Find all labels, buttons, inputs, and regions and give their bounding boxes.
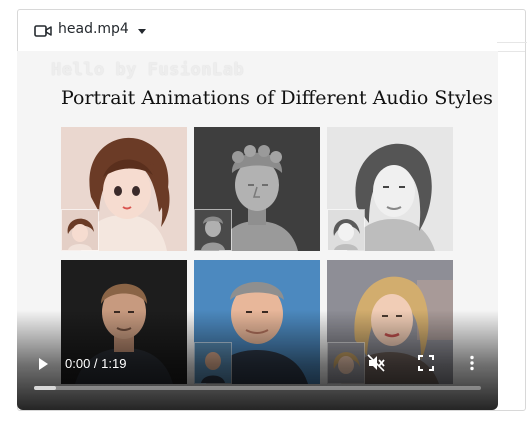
sketch-woman-portrait [327,127,453,251]
vertical-dots-icon[interactable] [467,355,477,371]
anime-girl-portrait [61,127,187,251]
file-name[interactable]: head.mp4 [58,21,129,37]
statue-inset [194,209,232,251]
time-display: 0:00 / 1:19 [65,356,127,371]
caret-down-icon[interactable] [138,29,146,34]
play-icon[interactable] [39,358,48,370]
muted-speaker-icon[interactable] [367,354,385,372]
file-header[interactable]: head.mp4 [18,10,525,52]
divider [497,42,527,43]
video-player[interactable]: Hello by FusionLab Portrait Animations o… [17,51,498,410]
sketch-woman-inset [327,209,365,251]
slide-title: Portrait Animations of Different Audio S… [61,87,493,109]
statue-portrait [194,127,320,251]
video-camera-icon [34,25,52,37]
fullscreen-icon[interactable] [418,355,434,371]
progress-fill [34,386,57,390]
video-watermark: Hello by FusionLab [51,60,245,80]
anime-girl-inset [61,209,99,251]
progress-bar[interactable] [34,386,481,390]
